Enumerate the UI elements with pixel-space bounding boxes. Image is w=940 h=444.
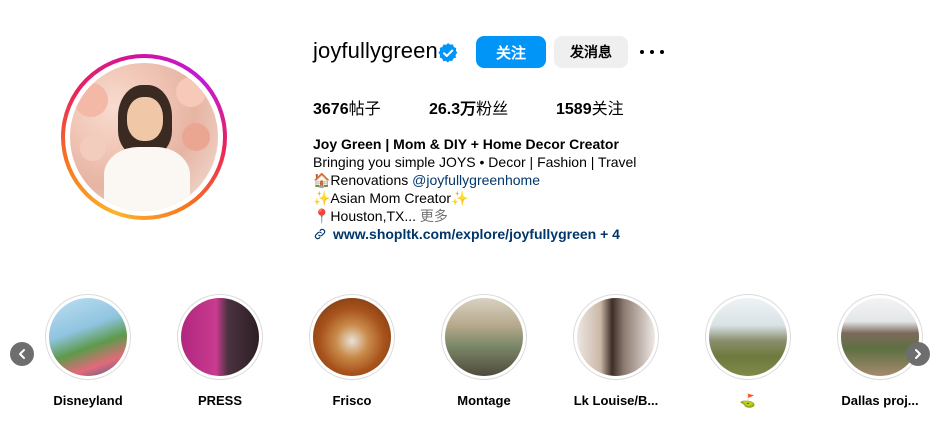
following-count[interactable]: 1589 xyxy=(556,101,592,119)
avatar-photo xyxy=(70,63,218,211)
bio-renovations-text: 🏠Renovations xyxy=(313,172,413,188)
highlight-item[interactable]: Frisco xyxy=(307,294,397,408)
link-icon xyxy=(314,228,326,240)
bio-line-creator: ✨Asian Mom Creator✨ xyxy=(313,190,469,206)
highlight-label: PRESS xyxy=(197,393,243,408)
highlight-cover[interactable] xyxy=(177,294,263,380)
highlight-cover[interactable] xyxy=(441,294,527,380)
profile-username[interactable]: joyfullygreen xyxy=(313,38,438,64)
more-options-icon[interactable] xyxy=(640,42,664,62)
bio-name: Joy Green | Mom & DIY + Home Decor Creat… xyxy=(313,136,619,152)
highlight-cover[interactable] xyxy=(837,294,923,380)
highlight-label: Disneyland xyxy=(53,393,123,408)
highlight-item[interactable]: Disneyland xyxy=(43,294,133,408)
followers-label[interactable]: 粉丝 xyxy=(476,95,508,119)
chevron-left-icon[interactable] xyxy=(10,342,34,366)
highlight-cover[interactable] xyxy=(573,294,659,380)
highlight-cover[interactable] xyxy=(705,294,791,380)
bio-line-renovations: 🏠Renovations @joyfullygreenhome xyxy=(313,171,733,189)
highlight-label: Montage xyxy=(457,393,511,408)
highlight-item[interactable]: Montage xyxy=(439,294,529,408)
highlight-label: Lk Louise/B... xyxy=(573,393,659,408)
bio-more-button[interactable]: 更多 xyxy=(420,208,448,224)
following-stat[interactable]: 1589 关注 xyxy=(556,95,624,119)
highlight-label: Frisco xyxy=(332,393,372,408)
followers-stat[interactable]: 26.3万 粉丝 xyxy=(429,95,556,119)
highlight-item[interactable]: ⛳ xyxy=(703,294,793,409)
posts-label: 帖子 xyxy=(348,101,381,118)
highlight-cover[interactable] xyxy=(45,294,131,380)
bio-location-text: 📍Houston,TX... xyxy=(313,208,420,224)
bio-link-text[interactable]: www.shopltk.com/explore/joyfullygreen + … xyxy=(333,225,620,243)
message-button[interactable]: 发消息 xyxy=(554,36,628,68)
following-label[interactable]: 关注 xyxy=(592,95,624,119)
highlight-item[interactable]: Lk Louise/B... xyxy=(571,294,661,408)
profile-avatar[interactable] xyxy=(61,54,227,220)
posts-count: 3676 xyxy=(313,101,349,118)
bio-external-link[interactable]: www.shopltk.com/explore/joyfullygreen + … xyxy=(313,225,733,243)
chevron-right-icon[interactable] xyxy=(906,342,930,366)
highlight-item[interactable]: PRESS xyxy=(175,294,265,408)
avatar-inner-border xyxy=(65,58,223,216)
follow-button[interactable]: 关注 xyxy=(476,36,546,68)
posts-stat: 3676 帖子 xyxy=(313,95,429,119)
bio-line-tagline: Bringing you simple JOYS • Decor | Fashi… xyxy=(313,154,637,170)
profile-bio: Joy Green | Mom & DIY + Home Decor Creat… xyxy=(313,135,733,243)
followers-count[interactable]: 26.3万 xyxy=(429,95,476,119)
profile-stats: 3676 帖子 26.3万 粉丝 1589 关注 xyxy=(313,95,624,119)
highlight-cover[interactable] xyxy=(309,294,395,380)
bio-line-location: 📍Houston,TX... 更多 xyxy=(313,207,733,225)
highlight-label: Dallas proj... xyxy=(841,393,919,408)
bio-mention-link[interactable]: @joyfullygreenhome xyxy=(412,172,540,188)
verified-badge-icon xyxy=(438,43,458,63)
highlight-label: ⛳ xyxy=(739,393,757,408)
